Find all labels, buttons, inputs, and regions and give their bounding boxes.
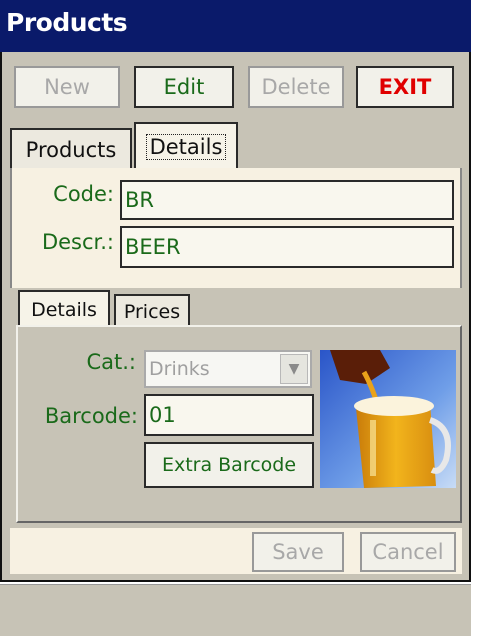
subtab-details[interactable]: Details: [18, 290, 110, 328]
tab-details[interactable]: Details: [134, 122, 238, 170]
save-button[interactable]: Save: [252, 532, 344, 572]
product-image: [320, 350, 456, 488]
barcode-label: Barcode:: [44, 404, 138, 428]
cancel-button[interactable]: Cancel: [360, 532, 456, 572]
barcode-field[interactable]: 01: [144, 394, 314, 436]
subtab-prices[interactable]: Prices: [114, 294, 190, 328]
cat-select[interactable]: Drinks ▼: [144, 350, 312, 388]
descr-label: Descr.:: [41, 230, 114, 254]
window-title: Products: [6, 8, 128, 37]
extra-barcode-button[interactable]: Extra Barcode: [144, 442, 314, 488]
cat-select-value: Drinks: [149, 358, 210, 380]
tab-products[interactable]: Products: [10, 128, 132, 170]
delete-button[interactable]: Delete: [248, 66, 344, 108]
tab-details-label: Details: [145, 134, 227, 160]
edit-button[interactable]: Edit: [134, 66, 234, 108]
menu-bar: [0, 584, 471, 636]
title-bar: Products: [0, 0, 471, 52]
chevron-down-icon[interactable]: ▼: [280, 354, 308, 384]
beer-image: [320, 350, 456, 488]
descr-field[interactable]: BEER: [120, 226, 454, 268]
exit-button[interactable]: EXIT: [356, 66, 454, 108]
code-label: Code:: [53, 182, 114, 206]
code-field[interactable]: BR: [120, 180, 454, 220]
new-button[interactable]: New: [14, 66, 120, 108]
cat-label: Cat.:: [86, 350, 136, 374]
